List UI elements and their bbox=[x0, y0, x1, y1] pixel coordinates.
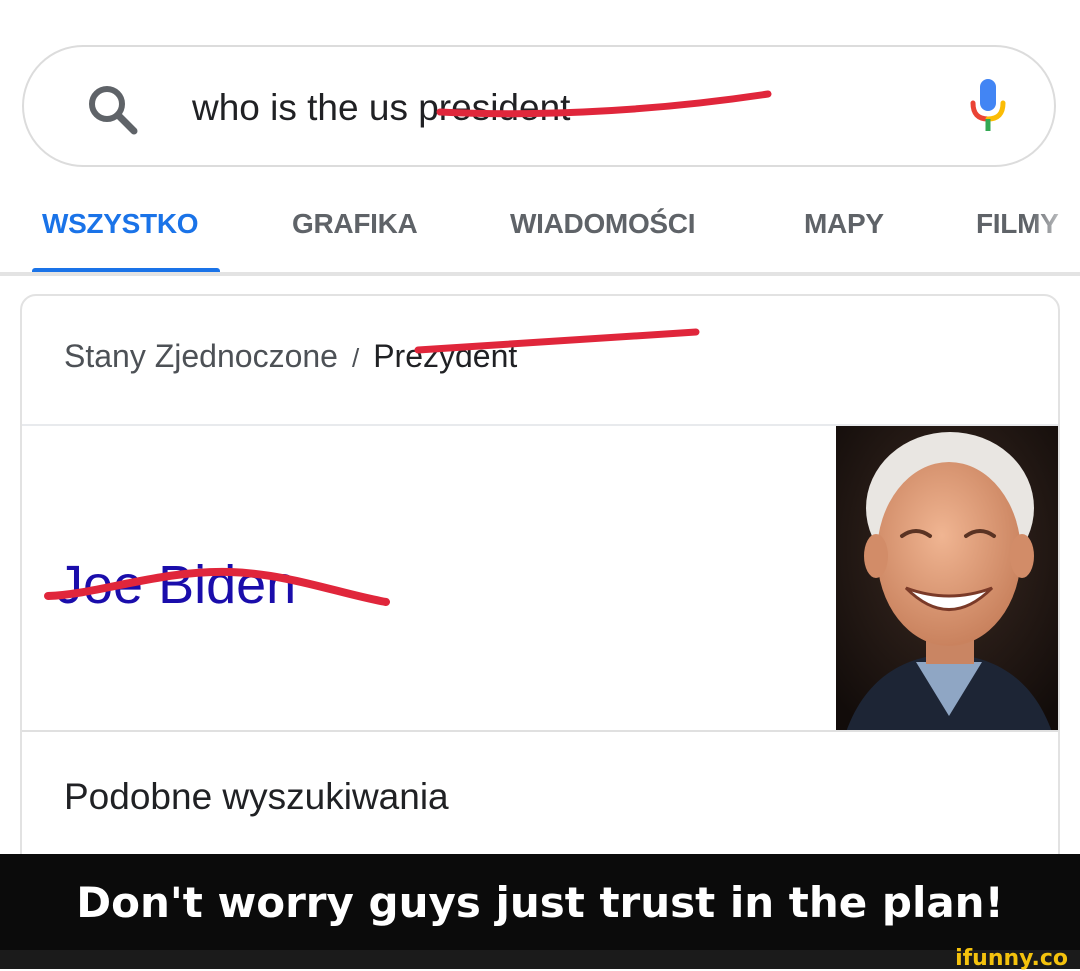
mic-icon[interactable] bbox=[968, 77, 1008, 137]
person-photo[interactable] bbox=[836, 426, 1060, 732]
tab-images[interactable]: GRAFIKA bbox=[292, 208, 418, 240]
strike-query bbox=[436, 90, 772, 118]
search-icon[interactable] bbox=[82, 79, 146, 143]
tab-news[interactable]: WIADOMOŚCI bbox=[510, 208, 696, 240]
tab-all[interactable]: WSZYSTKO bbox=[42, 208, 199, 240]
tabs-divider bbox=[0, 272, 1080, 276]
breadcrumb-separator: / bbox=[351, 343, 360, 373]
strike-entity-name bbox=[44, 567, 390, 606]
footer-bar: ifunny.co bbox=[0, 946, 1080, 971]
strike-breadcrumb bbox=[414, 328, 700, 354]
meme-caption-bar: Don't worry guys just trust in the plan! bbox=[0, 854, 1080, 950]
tabs-fade-overlay bbox=[1030, 200, 1080, 270]
search-tabs: WSZYSTKO GRAFIKA WIADOMOŚCI MAPY FILMY bbox=[0, 200, 1080, 276]
meme-caption: Don't worry guys just trust in the plan! bbox=[76, 878, 1004, 927]
breadcrumb-parent[interactable]: Stany Zjednoczone bbox=[64, 338, 338, 374]
watermark-logo: ifunny.co bbox=[955, 946, 1068, 971]
tab-maps[interactable]: MAPY bbox=[804, 208, 884, 240]
card-divider-bottom bbox=[22, 730, 1058, 732]
related-searches-heading: Podobne wyszukiwania bbox=[64, 776, 449, 817]
